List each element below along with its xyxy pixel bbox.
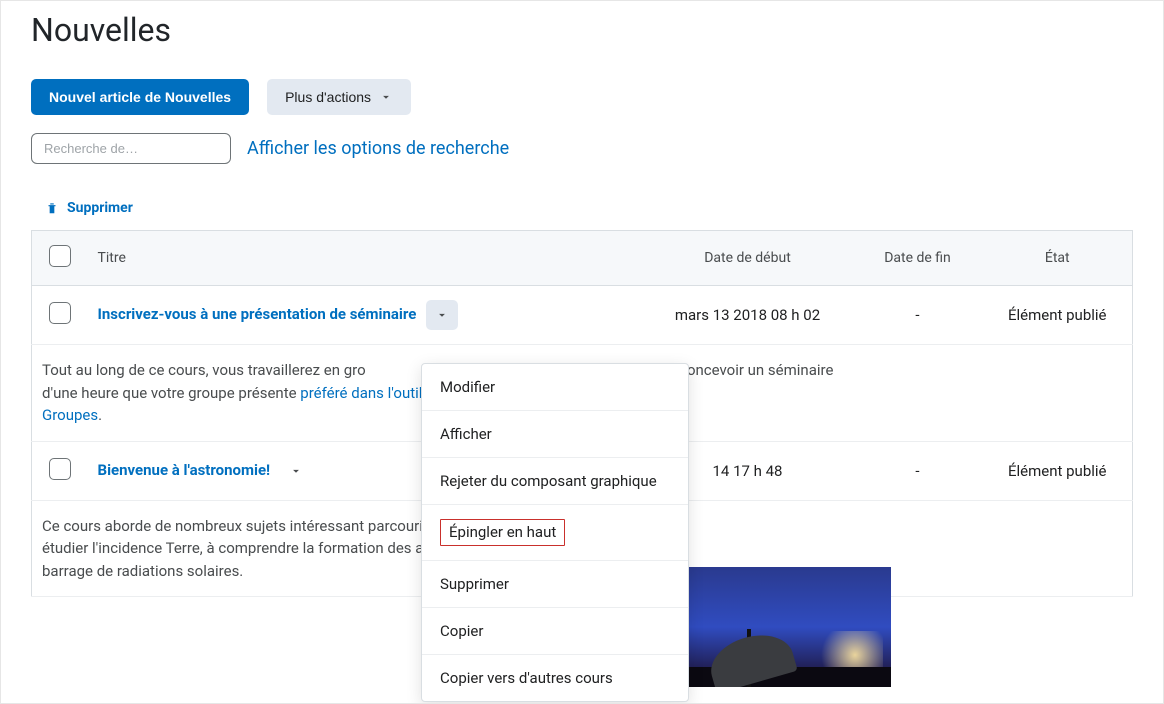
- search-options-link[interactable]: Afficher les options de recherche: [247, 138, 509, 159]
- dropdown-item-epingler[interactable]: Épingler en haut: [422, 505, 688, 561]
- dropdown-item-modifier[interactable]: Modifier: [422, 364, 688, 411]
- news-page: Nouvelles Nouvel article de Nouvelles Pl…: [0, 0, 1164, 704]
- dropdown-item-copier[interactable]: Copier: [422, 608, 688, 655]
- desc-link-groupes[interactable]: Groupes: [42, 406, 98, 424]
- dropdown-item-rejeter[interactable]: Rejeter du composant graphique: [422, 458, 688, 505]
- row-state: Élément publié: [983, 286, 1133, 345]
- delete-selected-button[interactable]: Supprimer: [45, 200, 1133, 216]
- row-start-date: mars 13 2018 08 h 02: [643, 286, 853, 345]
- row-actions-dropdown: Modifier Afficher Rejeter du composant g…: [421, 363, 689, 702]
- desc-fragment: Tout au long de ce cours, vous travaille…: [42, 361, 366, 379]
- table-row: Inscrivez-vous à une présentation de sém…: [32, 286, 1133, 345]
- select-all-checkbox[interactable]: [49, 245, 71, 267]
- trash-icon: [45, 200, 59, 216]
- desc-link[interactable]: préféré dans l'outil: [300, 384, 422, 402]
- row-actions-button[interactable]: [280, 456, 312, 486]
- header-title: Titre: [88, 231, 643, 286]
- row-checkbox[interactable]: [49, 458, 71, 480]
- action-bar: Nouvel article de Nouvelles Plus d'actio…: [31, 79, 1133, 115]
- chevron-down-icon: [435, 308, 449, 322]
- desc-fragment: .: [98, 406, 102, 424]
- dropdown-item-label: Épingler en haut: [440, 519, 565, 546]
- astronomy-image: [661, 567, 891, 687]
- row-end-date: -: [853, 441, 983, 500]
- dropdown-item-afficher[interactable]: Afficher: [422, 411, 688, 458]
- dropdown-item-copier-cours[interactable]: Copier vers d'autres cours: [422, 655, 688, 701]
- search-box[interactable]: [31, 133, 231, 164]
- news-title-link[interactable]: Inscrivez-vous à une présentation de sém…: [98, 305, 417, 323]
- more-actions-label: Plus d'actions: [285, 89, 371, 105]
- row-checkbox[interactable]: [49, 302, 71, 324]
- dropdown-item-supprimer[interactable]: Supprimer: [422, 561, 688, 608]
- header-start: Date de début: [643, 231, 853, 286]
- search-input[interactable]: [42, 140, 222, 157]
- more-actions-button[interactable]: Plus d'actions: [267, 79, 411, 115]
- chevron-down-icon: [379, 90, 393, 104]
- delete-label: Supprimer: [67, 200, 133, 216]
- row-end-date: -: [853, 286, 983, 345]
- chevron-down-icon: [289, 464, 303, 478]
- new-article-button[interactable]: Nouvel article de Nouvelles: [31, 79, 249, 115]
- search-row: Afficher les options de recherche: [31, 133, 1133, 164]
- row-actions-button[interactable]: [426, 300, 458, 330]
- header-checkbox-cell: [32, 231, 88, 286]
- header-end: Date de fin: [853, 231, 983, 286]
- page-title: Nouvelles: [31, 11, 1133, 49]
- row-state: Élément publié: [983, 441, 1133, 500]
- news-title-link[interactable]: Bienvenue à l'astronomie!: [98, 460, 271, 478]
- table-header-row: Titre Date de début Date de fin État: [32, 231, 1133, 286]
- header-state: État: [983, 231, 1133, 286]
